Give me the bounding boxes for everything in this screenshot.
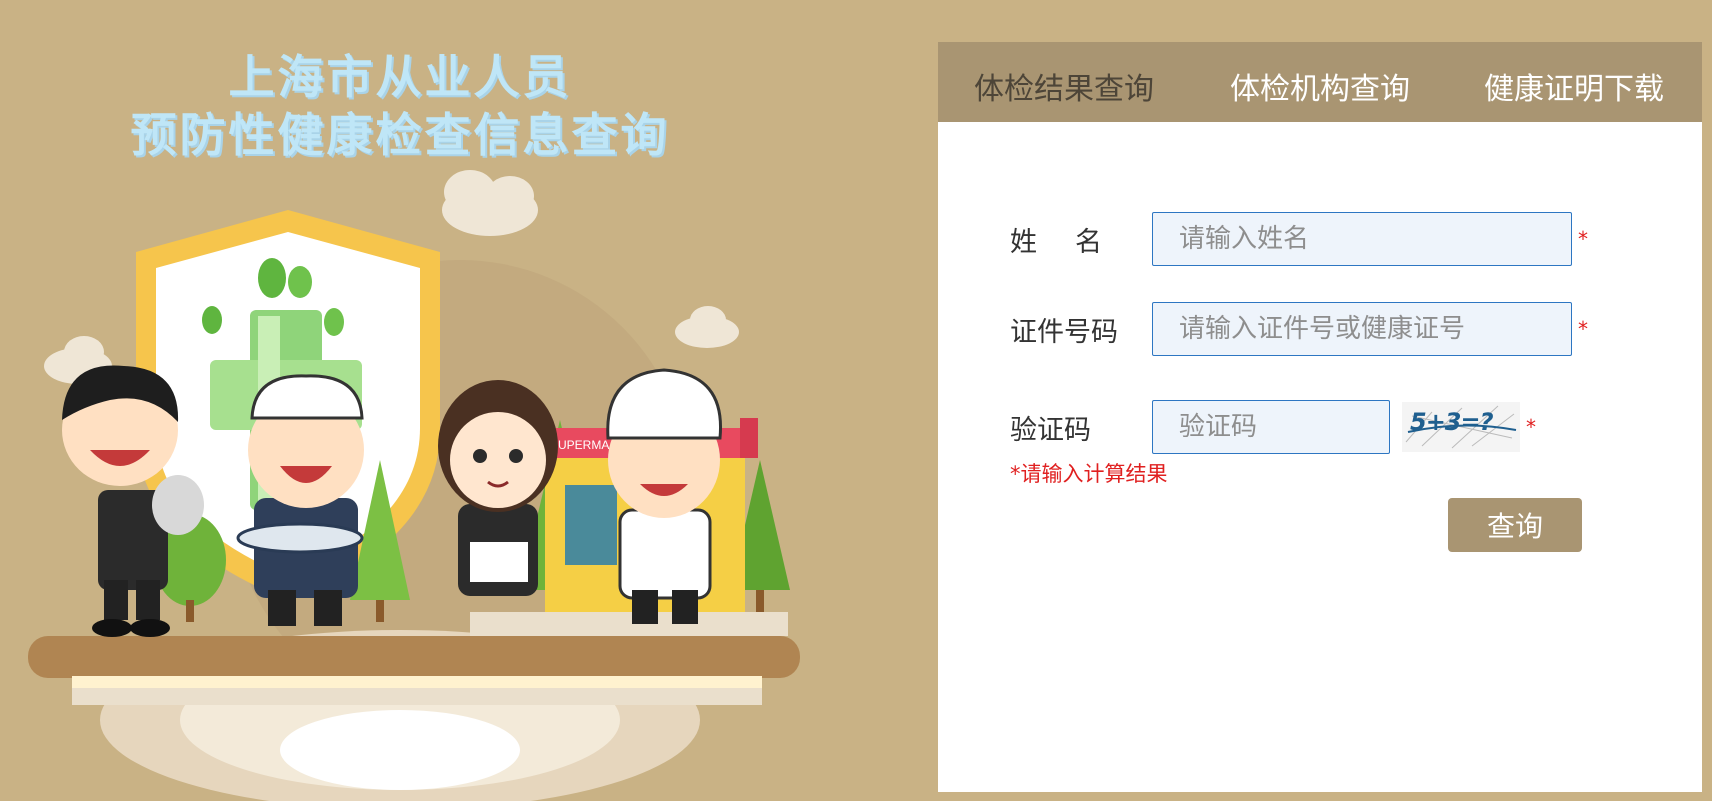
hero-illustration: SUPERMA <box>28 170 800 801</box>
captcha-text: 5+3=? <box>1410 408 1494 436</box>
tab-exam-result[interactable]: 体检结果查询 <box>974 64 1154 108</box>
required-mark: * <box>1526 415 1536 439</box>
cloud-icon <box>442 170 538 236</box>
required-mark: * <box>1578 227 1588 251</box>
form-row-name: 姓名 * <box>1010 212 1588 266</box>
ground-platform <box>28 612 800 801</box>
tab-bar: 体检结果查询 体检机构查询 健康证明下载 <box>938 42 1702 122</box>
tab-exam-institution[interactable]: 体检机构查询 <box>1230 64 1410 108</box>
name-label: 姓名 <box>1010 226 1140 258</box>
hero-title: 上海市从业人员 预防性健康检查信息查询 <box>0 48 800 164</box>
id-input[interactable] <box>1152 302 1572 356</box>
id-label: 证件号码 <box>1010 316 1118 348</box>
hero-title-line1: 上海市从业人员 <box>228 50 572 104</box>
captcha-label: 验证码 <box>1010 414 1091 446</box>
hero-section: 上海市从业人员 预防性健康检查信息查询 SUPERMA <box>0 0 930 801</box>
tab-health-certificate[interactable]: 健康证明下载 <box>1484 64 1664 108</box>
query-button[interactable]: 查询 <box>1448 498 1582 552</box>
required-mark: * <box>1578 317 1588 341</box>
form-row-id: 证件号码 * <box>1010 302 1588 356</box>
hero-title-line2: 预防性健康检查信息查询 <box>130 108 670 162</box>
name-input[interactable] <box>1152 212 1572 266</box>
character-chef <box>606 368 723 624</box>
captcha-input[interactable] <box>1152 400 1390 454</box>
query-panel: 体检结果查询 体检机构查询 健康证明下载 姓名 * 证件号码 * 验证码 5+3… <box>938 42 1702 792</box>
captcha-hint: *请输入计算结果 <box>1010 462 1168 486</box>
cloud-icon <box>675 306 739 348</box>
captcha-image[interactable]: 5+3=? <box>1402 402 1520 452</box>
shop-sign: SUPERMA <box>550 438 609 452</box>
form-row-captcha: 验证码 5+3=? * <box>1010 400 1536 454</box>
